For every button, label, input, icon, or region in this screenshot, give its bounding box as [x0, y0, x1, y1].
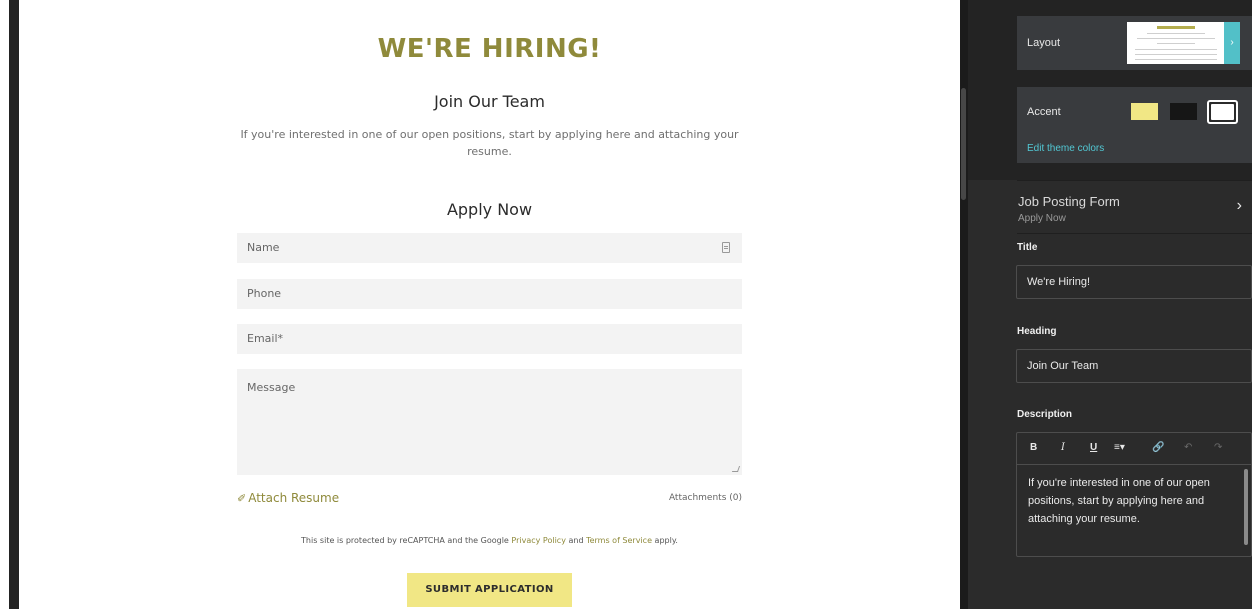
layout-label: Layout: [1027, 37, 1061, 49]
accent-label: Accent: [1027, 106, 1061, 118]
attachments-count: Attachments (0): [668, 493, 742, 503]
app-root: WE'RE HIRING! Join Our Team If you're in…: [0, 0, 1252, 609]
job-posting-form-row[interactable]: Job Posting Form Apply Now ›: [1017, 180, 1252, 234]
description-scrollbar[interactable]: [1244, 469, 1248, 545]
page-title: WE'RE HIRING!: [377, 34, 602, 64]
heading-input[interactable]: Join Our Team: [1016, 349, 1252, 383]
layout-thumbnail-line: [1135, 54, 1217, 55]
list-dropdown-button[interactable]: ≡▾: [1114, 442, 1125, 453]
preview-scrollbar-thumb[interactable]: [961, 88, 966, 200]
attach-resume-label: Attach Resume: [248, 491, 340, 505]
layout-thumbnail-line: [1157, 43, 1195, 44]
layout-thumbnail-line: [1135, 59, 1217, 60]
accent-swatch-white-selected[interactable]: [1207, 100, 1238, 124]
description-label: Description: [1017, 409, 1073, 420]
layout-thumbnail-title: [1157, 26, 1195, 29]
message-field[interactable]: Message: [237, 369, 742, 475]
left-edge-bar: [9, 0, 19, 609]
chevron-right-icon: ›: [1230, 37, 1234, 48]
heading-label: Heading: [1017, 326, 1057, 337]
bold-button[interactable]: B: [1030, 442, 1037, 453]
accent-card: Accent Edit theme colors: [1017, 87, 1252, 163]
layout-thumbnail-line: [1147, 33, 1205, 34]
name-field[interactable]: Name: [237, 233, 742, 263]
form-row-title: Job Posting Form: [1018, 194, 1120, 209]
accent-swatch-black[interactable]: [1170, 103, 1197, 120]
attach-resume-link[interactable]: ✐ Attach Resume: [237, 491, 339, 505]
link-icon[interactable]: 🔗: [1152, 442, 1164, 453]
rich-text-toolbar: B I U ≡▾ 🔗 ↶ ↷: [1017, 433, 1251, 465]
paperclip-icon: ✐: [237, 491, 247, 505]
message-placeholder: Message: [247, 381, 296, 394]
editor-panel: Layout › Accent Edit theme colors Job Po…: [968, 0, 1252, 609]
apply-heading: Apply Now: [446, 200, 533, 219]
recaptcha-suffix: apply.: [652, 536, 678, 545]
recaptcha-and: and: [565, 536, 587, 545]
chevron-right-icon: ›: [1236, 197, 1242, 214]
autofill-card-icon[interactable]: [722, 242, 730, 253]
left-edge: [0, 0, 19, 609]
italic-button[interactable]: I: [1061, 442, 1065, 453]
intro-text: If you're interested in one of our open …: [240, 128, 739, 158]
form-row-subtitle: Apply Now: [1018, 213, 1066, 224]
section-heading: Join Our Team: [434, 92, 545, 111]
layout-next-button[interactable]: ›: [1224, 22, 1240, 64]
title-input-value: We're Hiring!: [1027, 276, 1091, 288]
site-preview: WE'RE HIRING! Join Our Team If you're in…: [19, 0, 960, 609]
layout-thumbnail[interactable]: [1127, 22, 1224, 64]
email-field[interactable]: Email*: [237, 324, 742, 354]
title-label: Title: [1017, 242, 1038, 253]
terms-of-service-link[interactable]: Terms of Service: [586, 536, 652, 545]
layout-card[interactable]: Layout ›: [1017, 16, 1252, 70]
accent-swatch-white-fill: [1211, 104, 1234, 120]
accent-swatch-yellow[interactable]: [1131, 103, 1158, 120]
phone-placeholder: Phone: [247, 287, 282, 300]
recaptcha-prefix: This site is protected by reCAPTCHA and …: [301, 536, 512, 545]
heading-input-value: Join Our Team: [1027, 360, 1099, 372]
description-editor[interactable]: B I U ≡▾ 🔗 ↶ ↷ If you're interested in o…: [1016, 432, 1252, 557]
title-input[interactable]: We're Hiring!: [1016, 265, 1252, 299]
name-placeholder: Name: [247, 241, 280, 254]
privacy-policy-link[interactable]: Privacy Policy: [511, 536, 566, 545]
underline-button[interactable]: U: [1090, 442, 1097, 453]
submit-application-button[interactable]: SUBMIT APPLICATION: [407, 573, 572, 607]
phone-field[interactable]: Phone: [237, 279, 742, 309]
resize-grip-icon[interactable]: [731, 466, 741, 472]
layout-thumbnail-line: [1135, 49, 1217, 50]
edit-theme-colors-link[interactable]: Edit theme colors: [1027, 143, 1104, 154]
email-placeholder: Email*: [247, 332, 284, 345]
layout-thumbnail-line: [1137, 38, 1215, 39]
undo-icon[interactable]: ↶: [1184, 442, 1192, 453]
redo-icon[interactable]: ↷: [1214, 442, 1222, 453]
recaptcha-notice: This site is protected by reCAPTCHA and …: [19, 536, 960, 545]
description-text[interactable]: If you're interested in one of our open …: [1028, 474, 1218, 528]
